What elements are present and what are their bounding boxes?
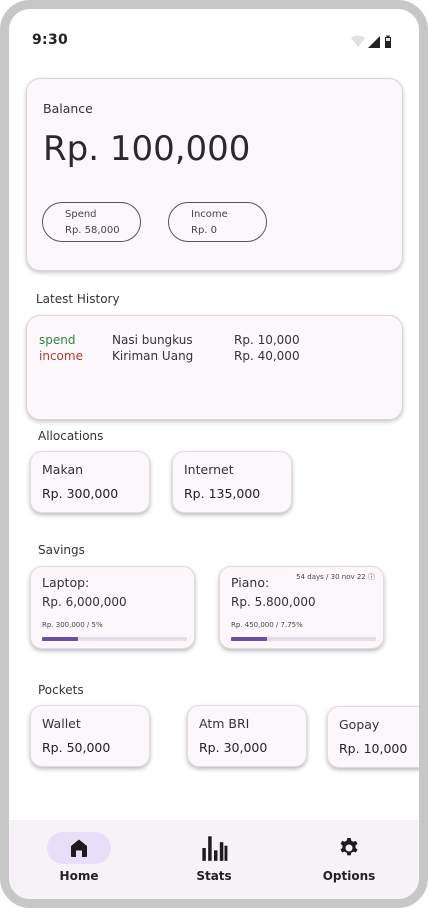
home-icon <box>71 839 87 857</box>
balance-amount: Rp. 100,000 <box>43 129 251 169</box>
allocation-card-makan[interactable]: Makan Rp. 300,000 <box>30 451 150 513</box>
savings-card-piano[interactable]: 54 days / 30 nov 22 ⓘ Piano: Rp. 5.800,0… <box>219 566 384 649</box>
savings-title: Savings <box>38 543 85 557</box>
pocket-name: Gopay <box>339 717 380 732</box>
history-title: Latest History <box>36 292 120 306</box>
pocket-value: Rp. 50,000 <box>42 740 111 755</box>
income-title: Income <box>191 209 228 220</box>
allocation-name: Internet <box>184 462 234 477</box>
savings-name: Laptop: <box>42 575 90 590</box>
status-bar: 9:30 <box>9 9 419 73</box>
savings-progress-label: Rp. 450,000 / 7.75% <box>231 621 303 629</box>
pocket-value: Rp. 30,000 <box>199 740 268 755</box>
history-card[interactable]: spend Nasi bungkus Rp. 10,000 income Kir… <box>26 315 403 420</box>
nav-label-options: Options <box>322 869 376 883</box>
spend-value: Rp. 58,000 <box>65 225 120 236</box>
allocations-title: Allocations <box>38 429 104 443</box>
savings-card-laptop[interactable]: Laptop: Rp. 6,000,000 Rp. 300,000 / 5% <box>30 566 195 649</box>
pocket-card-wallet[interactable]: Wallet Rp. 50,000 <box>30 705 150 767</box>
savings-progress-fill <box>231 637 268 641</box>
pocket-name: Wallet <box>42 716 81 731</box>
status-icons <box>351 35 391 48</box>
gear-icon <box>340 838 358 856</box>
pocket-value: Rp. 10,000 <box>339 741 408 756</box>
allocation-card-internet[interactable]: Internet Rp. 135,000 <box>172 451 292 513</box>
savings-deadline: 54 days / 30 nov 22 ⓘ <box>296 573 375 581</box>
phone-frame: 9:30 Balance Rp. 100,000 Spend Rp. 58,00… <box>0 0 428 908</box>
pocket-card-atm-bri[interactable]: Atm BRI Rp. 30,000 <box>187 705 307 767</box>
allocation-value: Rp. 300,000 <box>42 486 119 501</box>
income-value: Rp. 0 <box>191 225 218 236</box>
bottom-nav: Home Stats Options <box>9 820 419 899</box>
allocation-name: Makan <box>42 462 84 477</box>
income-button[interactable]: Income Rp. 0 <box>168 202 267 242</box>
status-time: 9:30 <box>32 32 69 48</box>
savings-progress-bar <box>231 637 376 641</box>
nav-home[interactable]: Home <box>29 820 129 899</box>
history-amount: Rp. 40,000 <box>234 349 300 363</box>
savings-progress-label: Rp. 300,000 / 5% <box>42 621 103 629</box>
nav-label-home: Home <box>59 869 99 883</box>
allocation-value: Rp. 135,000 <box>184 486 261 501</box>
balance-card: Balance Rp. 100,000 Spend Rp. 58,000 Inc… <box>26 78 403 271</box>
balance-label: Balance <box>43 101 93 116</box>
savings-progress-bar <box>42 637 187 641</box>
pocket-name: Atm BRI <box>199 716 250 731</box>
pockets-title: Pockets <box>38 683 84 697</box>
history-amount: Rp. 10,000 <box>234 333 300 347</box>
nav-options[interactable]: Options <box>299 820 399 899</box>
history-type: income <box>39 349 83 363</box>
nav-stats[interactable]: Stats <box>164 820 264 899</box>
spend-button[interactable]: Spend Rp. 58,000 <box>42 202 141 242</box>
savings-progress-fill <box>42 637 79 641</box>
stats-icon <box>202 836 228 861</box>
pocket-card-gopay[interactable]: Gopay Rp. 10,000 <box>327 706 419 768</box>
nav-label-stats: Stats <box>196 869 232 883</box>
signal-icon <box>368 36 380 48</box>
wifi-icon <box>351 35 365 47</box>
savings-amount: Rp. 5.800,000 <box>231 595 316 609</box>
savings-amount: Rp. 6,000,000 <box>42 595 127 609</box>
history-type: spend <box>39 333 76 347</box>
history-name: Nasi bungkus <box>112 333 193 347</box>
savings-name: Piano: <box>231 575 270 590</box>
history-name: Kiriman Uang <box>112 349 194 363</box>
spend-title: Spend <box>65 209 97 220</box>
